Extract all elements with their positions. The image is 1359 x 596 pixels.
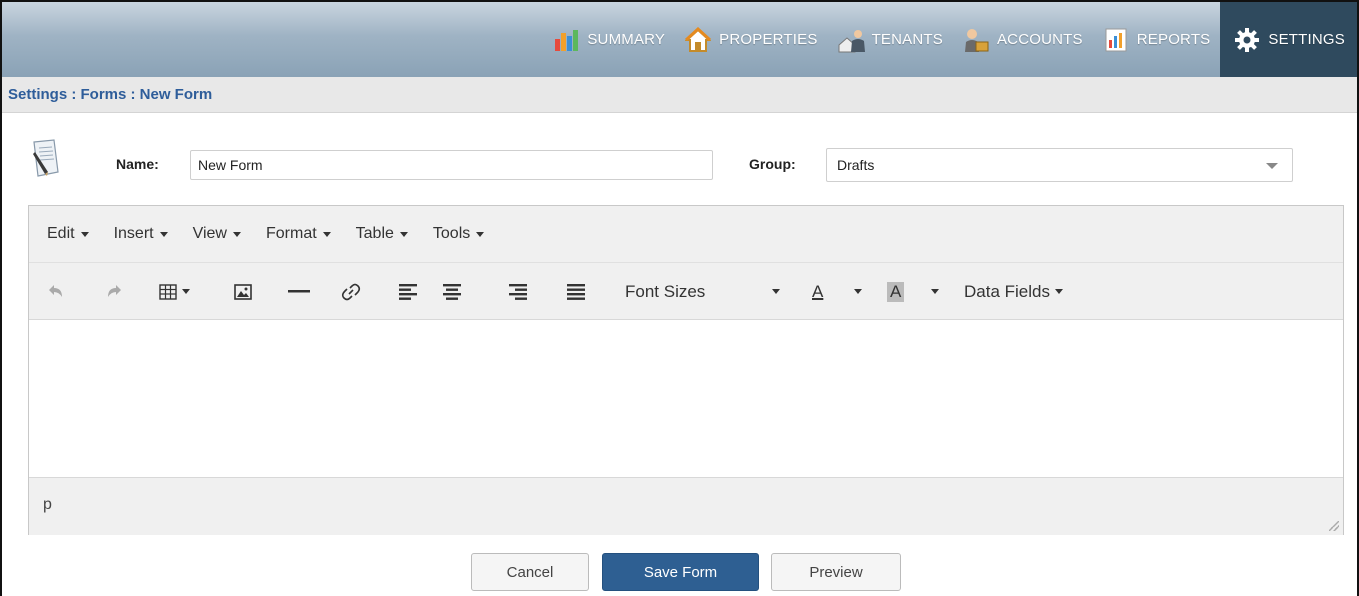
gear-icon — [1234, 27, 1260, 53]
background-color-icon: A — [887, 281, 905, 302]
undo-icon — [49, 284, 62, 297]
link-icon — [341, 283, 361, 300]
text-color-icon: A — [812, 281, 824, 301]
element-path[interactable]: p — [43, 496, 52, 514]
redo-icon — [108, 284, 121, 297]
menu-view-label: View — [192, 225, 227, 242]
caret-down-icon — [772, 289, 780, 294]
bar-chart-icon — [553, 27, 579, 53]
menu-edit-label: Edit — [47, 225, 75, 242]
top-navigation: SUMMARY PROPERTIES TENANTS ACCOUNTS REPO… — [2, 2, 1357, 77]
caret-down-icon — [854, 289, 862, 294]
editor-statusbar: p — [29, 477, 1343, 535]
nav-properties-label: PROPERTIES — [719, 31, 818, 48]
align-left-button[interactable] — [399, 263, 417, 320]
font-sizes-label: Font Sizes — [625, 281, 706, 301]
menu-tools-label: Tools — [432, 225, 471, 242]
background-color-button[interactable]: A — [887, 263, 905, 320]
font-sizes-dropdown[interactable]: Font Sizes — [625, 263, 705, 320]
accounts-icon — [963, 27, 989, 53]
nav-accounts-label: ACCOUNTS — [996, 31, 1083, 48]
editor-toolbar: Font Sizes A A Data Fields — [29, 263, 1343, 320]
horizontal-rule-icon — [288, 289, 310, 292]
insert-link-button[interactable] — [341, 263, 361, 320]
caret-down-icon — [1054, 289, 1063, 294]
group-label: Group: — [749, 156, 796, 172]
align-center-button[interactable] — [443, 263, 461, 320]
insert-image-button[interactable] — [234, 263, 252, 320]
menu-insert-label: Insert — [113, 225, 154, 242]
caret-down-icon — [182, 289, 190, 294]
undo-button[interactable] — [47, 263, 65, 320]
menu-format[interactable]: Format — [266, 225, 331, 243]
align-justify-icon — [567, 283, 585, 300]
align-right-icon — [509, 283, 527, 300]
caret-down-icon — [159, 231, 168, 237]
caret-down-icon — [232, 231, 241, 237]
breadcrumb-bar: Settings : Forms : New Form — [2, 77, 1357, 113]
redo-button[interactable] — [105, 263, 123, 320]
caret-down-icon — [322, 231, 331, 237]
group-select[interactable]: Drafts — [826, 148, 1293, 182]
align-justify-button[interactable] — [567, 263, 585, 320]
font-sizes-caret[interactable] — [767, 263, 780, 320]
chevron-down-icon — [1266, 163, 1278, 169]
text-color-caret[interactable] — [849, 263, 862, 320]
nav-properties[interactable]: PROPERTIES — [675, 2, 827, 77]
name-label: Name: — [116, 156, 159, 172]
caret-down-icon — [476, 231, 485, 237]
resize-handle-icon[interactable] — [1329, 521, 1339, 531]
breadcrumb[interactable]: Settings : Forms : New Form — [8, 86, 212, 103]
menu-table[interactable]: Table — [356, 225, 408, 243]
nav-reports-label: REPORTS — [1136, 31, 1211, 48]
horizontal-rule-button[interactable] — [288, 263, 310, 320]
menu-table-label: Table — [355, 225, 394, 242]
menu-format-label: Format — [265, 225, 317, 242]
caret-down-icon — [931, 289, 939, 294]
nav-summary[interactable]: SUMMARY — [543, 2, 675, 77]
caret-down-icon — [80, 231, 89, 237]
nav-settings-label: SETTINGS — [1268, 31, 1345, 48]
nav-settings[interactable]: SETTINGS — [1220, 2, 1357, 77]
editor-menubar: Edit Insert View Format Table Tools — [29, 206, 1343, 263]
preview-button[interactable]: Preview — [771, 553, 901, 591]
rich-text-editor: Edit Insert View Format Table Tools Font… — [28, 205, 1344, 535]
align-center-icon — [443, 283, 461, 300]
table-button[interactable] — [159, 263, 190, 320]
group-select-value: Drafts — [837, 157, 875, 173]
menu-edit[interactable]: Edit — [47, 225, 89, 243]
tenants-icon — [838, 27, 865, 53]
table-grid-icon — [159, 283, 177, 300]
nav-tenants[interactable]: TENANTS — [828, 2, 953, 77]
nav-summary-label: SUMMARY — [587, 31, 666, 48]
text-color-button[interactable]: A — [812, 263, 823, 320]
background-color-caret[interactable] — [926, 263, 939, 320]
image-icon — [234, 283, 252, 300]
nav-reports[interactable]: REPORTS — [1093, 2, 1221, 77]
house-icon — [684, 26, 712, 53]
nav-accounts[interactable]: ACCOUNTS — [953, 2, 1093, 77]
menu-insert[interactable]: Insert — [114, 225, 168, 243]
menu-view[interactable]: View — [193, 225, 241, 243]
align-right-button[interactable] — [509, 263, 527, 320]
nav-tenants-label: TENANTS — [871, 31, 943, 48]
name-input[interactable] — [190, 150, 713, 180]
form-document-icon — [30, 138, 62, 182]
save-form-button[interactable]: Save Form — [602, 553, 759, 591]
data-fields-dropdown[interactable]: Data Fields — [964, 263, 1063, 320]
editor-content-area[interactable] — [29, 321, 1343, 477]
report-icon — [1103, 27, 1129, 53]
caret-down-icon — [399, 231, 408, 237]
cancel-button[interactable]: Cancel — [471, 553, 589, 591]
menu-tools[interactable]: Tools — [432, 225, 485, 243]
data-fields-label: Data Fields — [964, 281, 1050, 301]
align-left-icon — [399, 283, 417, 300]
